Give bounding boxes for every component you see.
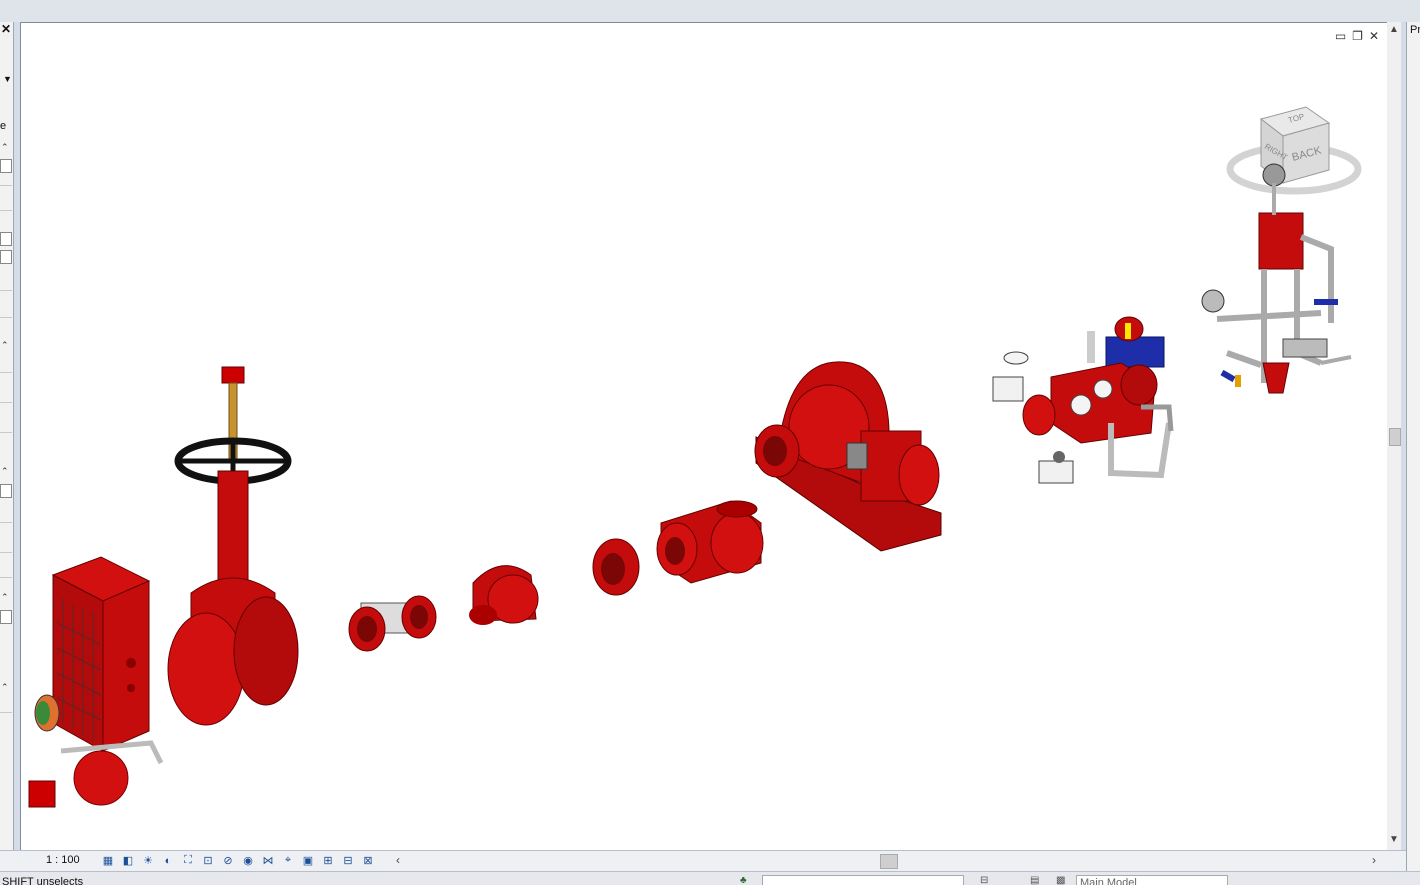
panel-close-button[interactable]: ✕ [1,22,11,36]
scroll-down-icon[interactable]: ▼ [1389,834,1399,845]
check-valve[interactable] [348,595,437,652]
viewcube[interactable]: TOP RIGHT BACK [1226,106,1362,195]
visual-style-icon[interactable]: ◧ [120,853,136,868]
collapse-icon[interactable]: ⌃ [1,466,9,477]
view-control-bar: 1 : 100 ▦ ◧ ☀ ◐ ⛶ ⊡ ⊘ ◉ ⋈ ⌖ ▣ ⊞ ⊟ ⊠ ‹ › [0,850,1406,871]
panel-field[interactable] [0,250,12,264]
collapse-icon[interactable]: ⌃ [1,142,9,153]
collapse-icon[interactable]: ⌃ [1,682,9,693]
panel-label-fragment: e [0,120,7,132]
show-crop-icon[interactable]: ⊡ [200,853,216,868]
vertical-scroll-thumb[interactable] [1389,428,1401,446]
alarm-valve-riser[interactable] [1201,163,1352,394]
design-options-icon[interactable]: ⊟ [340,853,356,868]
pump-controller-cabinet[interactable] [28,556,164,808]
flanged-elbow[interactable] [469,565,539,625]
vertical-scrollbar[interactable]: ▲ ▼ [1387,22,1401,850]
properties-panel: Pr [1406,22,1420,872]
panel-field[interactable] [0,232,12,246]
ribbon-edge [0,0,1420,22]
scroll-left-icon[interactable]: ‹ [396,853,400,867]
os-y-gate-valve[interactable] [167,366,299,726]
collapse-icon[interactable]: ⌃ [1,340,9,351]
detail-level-icon[interactable]: ▦ [100,853,116,868]
panel-field[interactable] [0,610,12,624]
pipe-coupling[interactable] [592,538,640,596]
panel-field[interactable] [0,159,12,173]
horizontal-scroll-thumb[interactable] [880,854,898,869]
split-case-fire-pump[interactable] [754,361,942,552]
model-drawing: TOP RIGHT BACK [28,106,1362,808]
chevron-down-icon[interactable]: ▼ [3,74,12,84]
reveal-hidden-icon[interactable]: ◉ [240,853,256,868]
project-browser-panel: ✕ ▼ e ⌃ ⌃ ⌃ ⌃ ⌃ [0,22,14,850]
rendering-icon[interactable]: ▣ [300,853,316,868]
highlight-displacement-icon[interactable]: ⌖ [280,853,296,868]
view-tools: ▦ ◧ ☀ ◐ ⛶ ⊡ ⊘ ◉ ⋈ ⌖ ▣ ⊞ ⊟ ⊠ [100,853,376,868]
worksharing-icon[interactable]: ⊞ [320,853,336,868]
deluge-valve-trim[interactable] [992,316,1174,484]
collapse-icon[interactable]: ⌃ [1,592,9,603]
status-bar: SHIFT unselects ♣ ⊟ ▤ ▩ Main Model [0,871,1420,885]
constraints-icon[interactable]: ⊠ [360,853,376,868]
analytical-model-icon[interactable]: ⋈ [260,853,276,868]
view-scale[interactable]: 1 : 100 [46,854,80,866]
temporary-hide-icon[interactable]: ⊘ [220,853,236,868]
3d-view-canvas[interactable]: ▭ ❐ ✕ TOP RIGHT BACK [20,22,1388,852]
crop-view-icon[interactable]: ⛶ [180,853,196,868]
scroll-right-icon[interactable]: › [1372,853,1376,867]
panel-field[interactable] [0,484,12,498]
scroll-up-icon[interactable]: ▲ [1389,24,1399,35]
sun-path-icon[interactable]: ☀ [140,853,156,868]
shadows-icon[interactable]: ◐ [160,853,176,868]
pipe-tee[interactable] [656,500,764,584]
properties-panel-label: Pr [1410,24,1420,36]
